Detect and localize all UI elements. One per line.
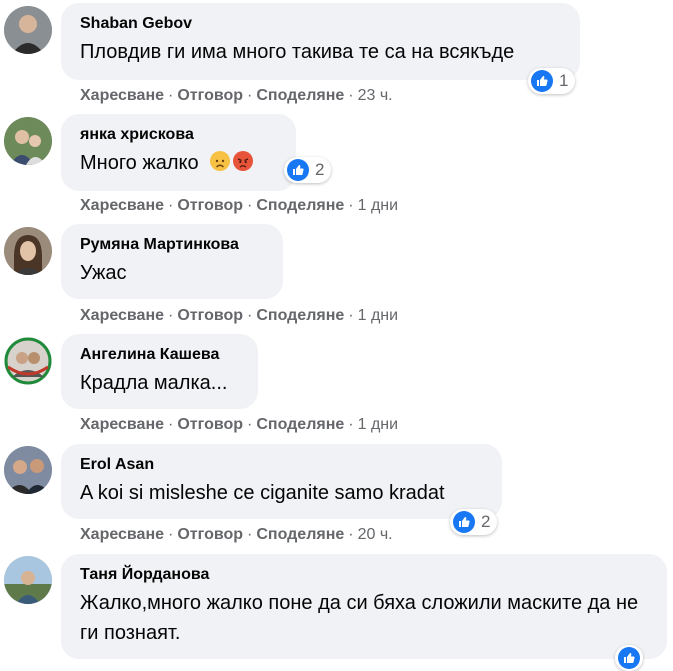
comment-text: Ужас (80, 262, 127, 284)
reaction-count[interactable] (615, 645, 643, 671)
separator: · (168, 416, 174, 433)
separator: · (348, 526, 354, 543)
comment-actions: Харесване · Отговор · Споделяне · 23 ч. (80, 86, 393, 106)
reply-link[interactable]: Отговор (177, 416, 243, 433)
timestamp[interactable]: 1 дни (358, 197, 398, 214)
reaction-number: 1 (559, 71, 569, 90)
separator: · (168, 307, 174, 324)
comment-author[interactable]: Таня Йорданова (80, 565, 648, 585)
avatar[interactable] (4, 556, 52, 604)
separator: · (168, 526, 174, 543)
comment-text-content: Много жалко (80, 152, 199, 174)
comment-author[interactable]: Румяна Мартинкова (80, 235, 264, 255)
comment-text: Пловдив ги има много такива те са на вся… (80, 41, 515, 63)
reply-link[interactable]: Отговор (177, 526, 243, 543)
timestamp[interactable]: 1 дни (358, 416, 398, 433)
separator: · (348, 307, 354, 324)
separator: · (168, 87, 174, 104)
share-link[interactable]: Споделяне (256, 87, 344, 104)
separator: · (247, 197, 253, 214)
comment-bubble: Shaban Gebov Пловдив ги има много такива… (61, 3, 580, 80)
sad-face-icon (210, 151, 231, 171)
like-icon (453, 511, 475, 533)
separator: · (247, 87, 253, 104)
avatar[interactable] (4, 117, 52, 165)
comment-actions: Харесване · Отговор · Споделяне · 1 дни (80, 196, 398, 216)
avatar[interactable] (4, 446, 52, 494)
like-link[interactable]: Харесване (80, 87, 164, 104)
reaction-number: 2 (481, 512, 491, 531)
reaction-number: 2 (315, 160, 325, 179)
like-icon (618, 647, 640, 669)
share-link[interactable]: Споделяне (256, 526, 344, 543)
comment-actions: Харесване · Отговор · Споделяне · 20 ч. (80, 525, 393, 545)
comment-bubble: Таня Йорданова Жалко,много жалко поне да… (61, 554, 667, 659)
share-link[interactable]: Споделяне (256, 197, 344, 214)
separator: · (348, 87, 354, 104)
like-link[interactable]: Харесване (80, 197, 164, 214)
comment-author[interactable]: Shaban Gebov (80, 14, 561, 34)
comment-text: Крадла малка... (80, 372, 228, 394)
like-link[interactable]: Харесване (80, 416, 164, 433)
reply-link[interactable]: Отговор (177, 87, 243, 104)
comment-author[interactable]: Ангелина Кашева (80, 345, 239, 365)
separator: · (247, 526, 253, 543)
reply-link[interactable]: Отговор (177, 307, 243, 324)
timestamp[interactable]: 20 ч. (358, 526, 393, 543)
separator: · (348, 416, 354, 433)
avatar[interactable] (4, 6, 52, 54)
comment-text: Много жалко (80, 148, 277, 178)
comment-text: A koi si misleshe ce ciganite samo krada… (80, 482, 445, 504)
comment-actions: Харесване · Отговор · Споделяне · 1 дни (80, 415, 398, 435)
comment-author[interactable]: янка хрискова (80, 125, 277, 145)
avatar[interactable] (4, 227, 52, 275)
like-icon (287, 159, 309, 181)
timestamp[interactable]: 23 ч. (358, 87, 393, 104)
comment-bubble: янка хрискова Много жалко (61, 114, 296, 191)
reaction-count[interactable]: 1 (528, 68, 576, 94)
share-link[interactable]: Споделяне (256, 416, 344, 433)
comment-text: Жалко,много жалко поне да си бяха сложил… (80, 592, 639, 644)
reply-link[interactable]: Отговор (177, 197, 243, 214)
avatar[interactable] (4, 337, 52, 385)
like-icon (531, 70, 553, 92)
timestamp[interactable]: 1 дни (358, 307, 398, 324)
share-link[interactable]: Споделяне (256, 307, 344, 324)
comment-bubble: Румяна Мартинкова Ужас (61, 224, 283, 299)
like-link[interactable]: Харесване (80, 526, 164, 543)
separator: · (348, 197, 354, 214)
reaction-count[interactable]: 2 (284, 157, 332, 183)
comment-actions: Харесване · Отговор · Споделяне · 1 дни (80, 306, 398, 326)
comment-bubble: Ангелина Кашева Крадла малка... (61, 334, 258, 409)
reaction-count[interactable]: 2 (450, 509, 498, 535)
comment-bubble: Erol Asan A koi si misleshe ce ciganite … (61, 444, 502, 519)
separator: · (168, 197, 174, 214)
separator: · (247, 307, 253, 324)
like-link[interactable]: Харесване (80, 307, 164, 324)
comment-author[interactable]: Erol Asan (80, 455, 483, 475)
angry-face-icon (233, 151, 254, 171)
separator: · (247, 416, 253, 433)
